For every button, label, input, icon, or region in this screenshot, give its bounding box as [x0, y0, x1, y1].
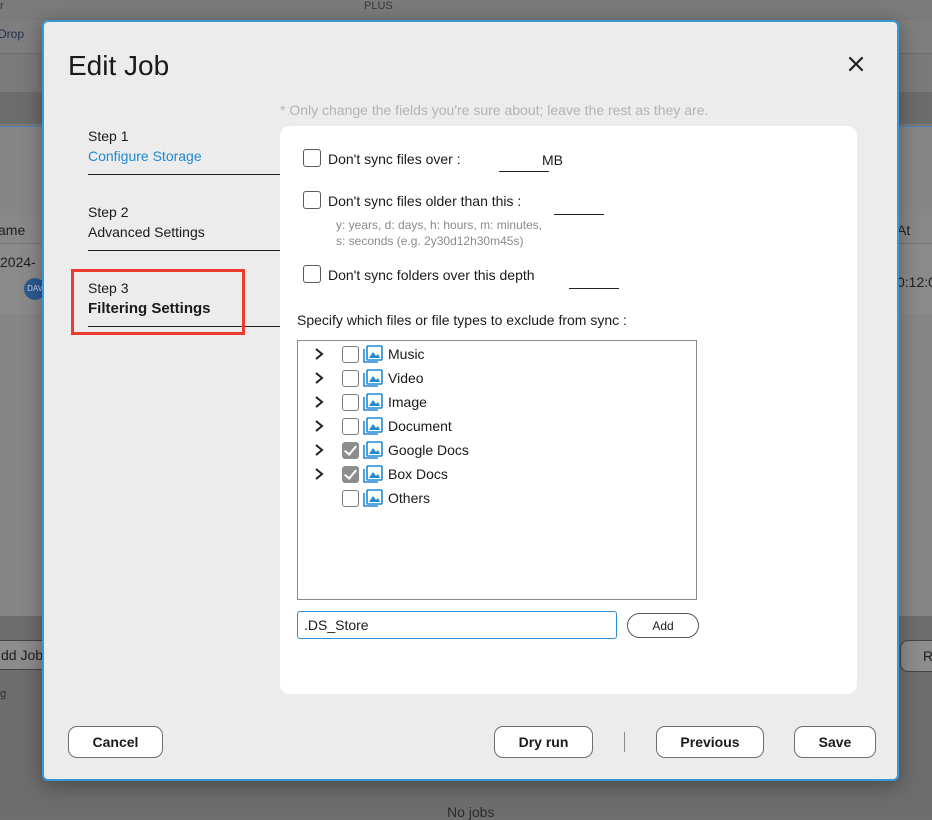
step-2-name: Advanced Settings: [88, 224, 205, 240]
exclude-label: Specify which files or file types to exc…: [297, 312, 627, 328]
bg-col-name: ame: [0, 222, 26, 238]
chevron-right-icon[interactable]: [312, 347, 326, 361]
step-2[interactable]: Step 2 Advanced Settings: [88, 204, 280, 251]
tree-label-image: Image: [388, 394, 427, 410]
file-type-icon: [363, 393, 383, 411]
cancel-button[interactable]: Cancel: [68, 726, 163, 758]
chevron-right-icon[interactable]: [312, 371, 326, 385]
file-type-icon: [363, 369, 383, 387]
tree-label-document: Document: [388, 418, 452, 434]
tree-checkbox-others[interactable]: [342, 490, 359, 507]
bg-drop-tab: Drop: [0, 27, 25, 41]
file-type-icon: [363, 465, 383, 483]
chevron-right-icon[interactable]: [312, 419, 326, 433]
max-size-unit: MB: [542, 152, 563, 168]
dialog-title: Edit Job: [68, 50, 170, 81]
edit-note: * Only change the fields you're sure abo…: [280, 102, 709, 118]
file-type-tree: Music Video Image Document Google Docs B…: [297, 340, 697, 600]
file-type-icon: [363, 489, 383, 507]
max-depth-checkbox[interactable]: [303, 265, 321, 283]
tree-label-box-docs: Box Docs: [388, 466, 448, 482]
tree-label-others: Others: [388, 490, 431, 506]
previous-button[interactable]: Previous: [656, 726, 764, 758]
bg-plan-label: PLUS: [364, 0, 393, 12]
file-type-icon: [363, 417, 383, 435]
step-3[interactable]: Step 3 Filtering Settings: [88, 280, 280, 327]
file-type-icon: [363, 441, 383, 459]
max-size-checkbox[interactable]: [303, 149, 321, 167]
max-depth-label: Don't sync folders over this depth: [328, 267, 535, 283]
chevron-right-icon[interactable]: [312, 443, 326, 457]
tree-checkbox-video[interactable]: [342, 370, 359, 387]
tree-label-music: Music: [388, 346, 425, 362]
tree-checkbox-document[interactable]: [342, 418, 359, 435]
tree-checkbox-google-docs[interactable]: [342, 442, 359, 459]
max-age-hint-line-1: y: years, d: days, h: hours, m: minutes,: [336, 218, 543, 232]
dry-run-button[interactable]: Dry run: [494, 726, 593, 758]
step-3-number: Step 3: [88, 280, 129, 296]
max-age-input[interactable]: [554, 197, 604, 215]
edit-job-dialog: Edit Job * Only change the fields you're…: [42, 20, 899, 781]
tree-item-others[interactable]: Others: [298, 487, 696, 509]
bg-top-left-text: r: [0, 0, 4, 12]
step-1-number: Step 1: [88, 128, 129, 144]
close-button[interactable]: [842, 50, 870, 78]
add-pattern-button[interactable]: Add: [627, 613, 699, 638]
tree-label-google-docs: Google Docs: [388, 442, 469, 458]
file-type-icon: [363, 345, 383, 363]
tree-item-image[interactable]: Image: [298, 391, 696, 413]
max-size-label: Don't sync files over :: [328, 151, 461, 167]
chevron-right-icon[interactable]: [312, 395, 326, 409]
bg-log-text: g: [0, 688, 7, 700]
save-button[interactable]: Save: [794, 726, 876, 758]
max-depth-input[interactable]: [569, 271, 619, 289]
chevron-right-icon[interactable]: [312, 467, 326, 481]
tree-item-box-docs[interactable]: Box Docs: [298, 463, 696, 485]
tree-item-google-docs[interactable]: Google Docs: [298, 439, 696, 461]
tree-item-music[interactable]: Music: [298, 343, 696, 365]
bg-no-jobs-text: No jobs: [447, 804, 495, 820]
close-icon: [848, 56, 864, 72]
bg-row-date: 2024-: [0, 254, 36, 270]
tree-checkbox-box-docs[interactable]: [342, 466, 359, 483]
max-age-checkbox[interactable]: [303, 191, 321, 209]
tree-checkbox-music[interactable]: [342, 346, 359, 363]
bg-row-time: 0:12:0: [897, 274, 932, 290]
button-separator: [624, 732, 625, 752]
tree-item-video[interactable]: Video: [298, 367, 696, 389]
exclude-pattern-input[interactable]: [297, 611, 617, 639]
step-3-name: Filtering Settings: [88, 300, 211, 317]
tree-label-video: Video: [388, 370, 424, 386]
bg-top-bar: r PLUS: [0, 0, 932, 18]
max-age-hint-line-2: s: seconds (e.g. 2y30d12h30m45s): [336, 234, 524, 248]
max-age-label: Don't sync files older than this :: [328, 193, 522, 209]
step-1[interactable]: Step 1 Configure Storage: [88, 128, 280, 175]
tree-item-document[interactable]: Document: [298, 415, 696, 437]
step-2-number: Step 2: [88, 204, 129, 220]
tree-checkbox-image[interactable]: [342, 394, 359, 411]
step-1-name[interactable]: Configure Storage: [88, 148, 280, 164]
bg-right-button: R: [900, 640, 932, 672]
